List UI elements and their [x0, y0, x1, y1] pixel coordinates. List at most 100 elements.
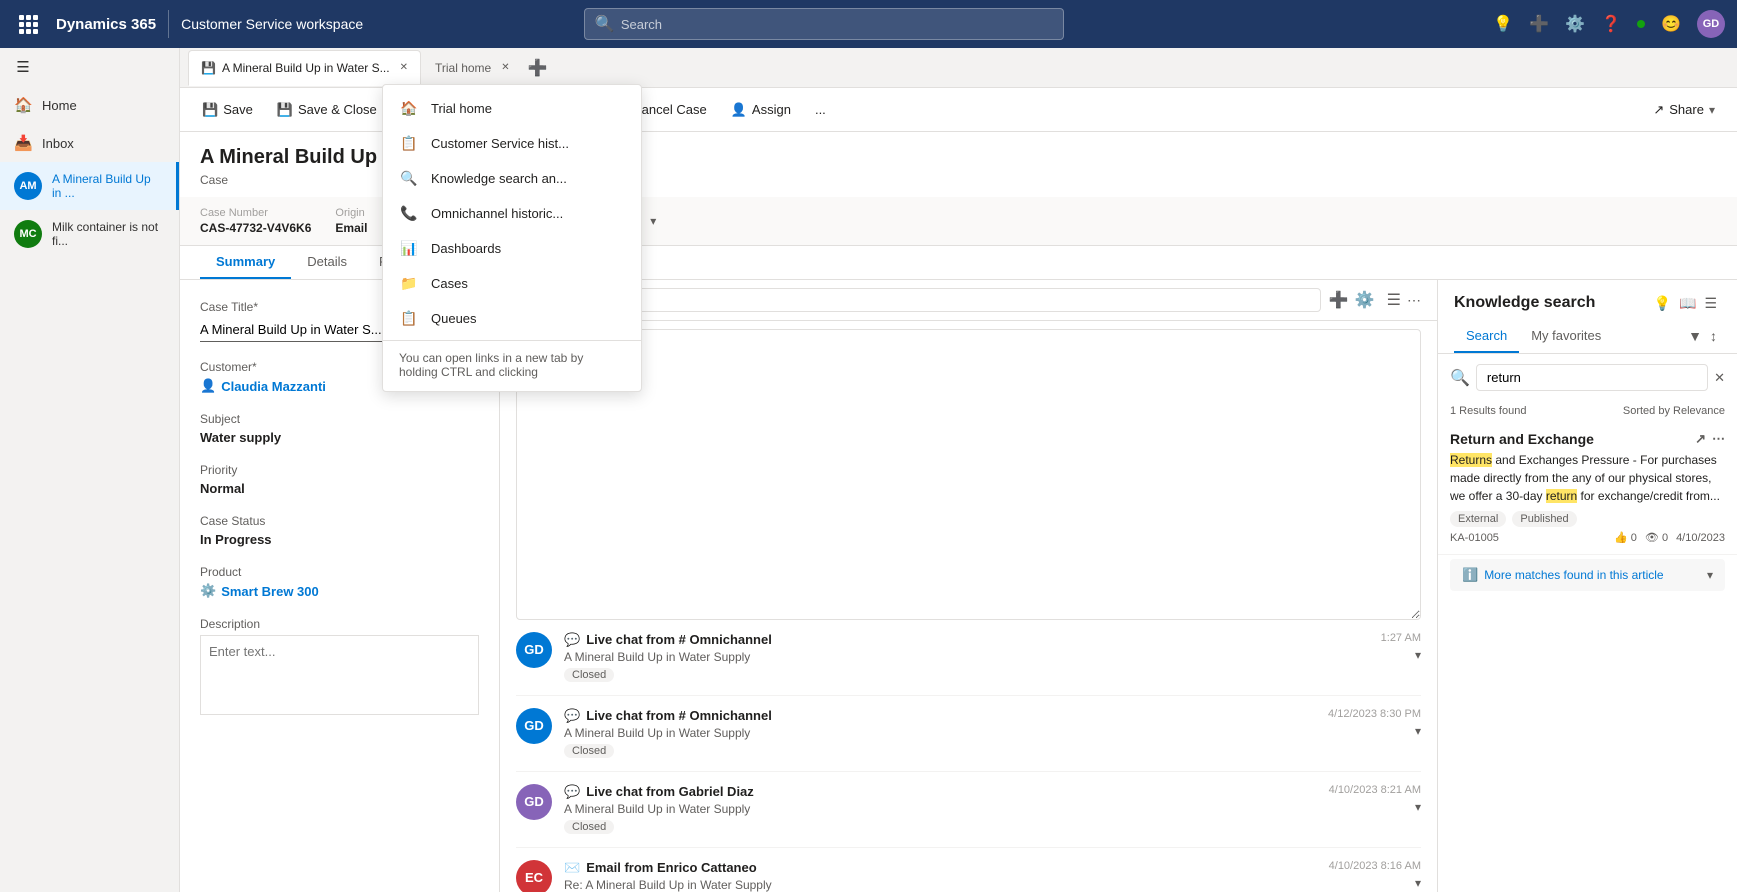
tab-bar: 💾 A Mineral Build Up in Water S... ✕ Tri…	[180, 48, 1737, 88]
expand-icon[interactable]: ▾	[1415, 800, 1421, 814]
tab-mineral[interactable]: 💾 A Mineral Build Up in Water S... ✕	[188, 50, 421, 86]
kp-tab-search[interactable]: Search	[1454, 320, 1519, 353]
dropdown-menu: 🏠 Trial home 📋 Customer Service hist... …	[382, 84, 642, 392]
expand-icon[interactable]: ▾	[1415, 724, 1421, 738]
sidebar-item-mc[interactable]: MC Milk container is not fi...	[0, 210, 179, 258]
timeline-add-icon[interactable]: ➕	[1329, 290, 1349, 310]
timeline-item: GD 💬 Live chat from Gabriel Diaz A Miner…	[516, 772, 1421, 848]
save-close-button[interactable]: 💾 Save & Close	[267, 97, 387, 123]
kp-result-meta: 1 Results found Sorted by Relevance	[1438, 401, 1737, 421]
meta-origin: Origin Email	[335, 207, 367, 235]
ksa-icon: 🔍	[399, 170, 419, 187]
kp-ka-row: KA-01005 👍 0 👁 0 4/10/2023	[1450, 531, 1725, 544]
dropdown-item-csh[interactable]: 📋 Customer Service hist...	[383, 126, 641, 161]
user-avatar[interactable]: GD	[1697, 10, 1725, 38]
avatar: GD	[516, 784, 552, 820]
save-icon: 💾	[201, 61, 216, 75]
search-icon: 🔍	[1450, 368, 1470, 388]
case-tab-summary[interactable]: Summary	[200, 246, 291, 279]
sidebar-item-inbox[interactable]: 📥 Inbox	[0, 124, 179, 162]
sidebar-item-home[interactable]: 🏠 Home	[0, 86, 179, 124]
tab-close-mineral[interactable]: ✕	[400, 62, 408, 73]
expand-icon[interactable]: ▾	[1415, 876, 1421, 890]
dropdown-item-trial[interactable]: 🏠 Trial home	[383, 91, 641, 126]
result-more-icon[interactable]: ⋯	[1712, 431, 1725, 447]
sidebar-item-collapse[interactable]: ☰	[0, 48, 179, 86]
lightbulb-icon[interactable]: 💡	[1493, 14, 1513, 34]
timeline-filter-icon[interactable]: ⚙️	[1355, 290, 1375, 310]
kp-search-row: 🔍 ✕	[1438, 354, 1737, 401]
list-icon[interactable]: ☰	[1704, 295, 1717, 312]
meta-expand-icon[interactable]: ▾	[650, 214, 656, 228]
timeline-more-icon[interactable]: ⋯	[1407, 292, 1421, 309]
timeline-note-input[interactable]	[516, 329, 1421, 620]
assign-button[interactable]: 👤 Assign	[721, 97, 801, 123]
save-button[interactable]: 💾 Save	[192, 97, 263, 123]
field-priority: Priority Normal	[200, 463, 479, 496]
avatar: GD	[516, 632, 552, 668]
expand-matches-icon[interactable]: ▾	[1707, 568, 1713, 582]
case-tab-details[interactable]: Details	[291, 246, 363, 279]
dropdown-item-ksa[interactable]: 🔍 Knowledge search an...	[383, 161, 641, 196]
dashboards-icon: 📊	[399, 240, 419, 257]
add-icon[interactable]: ➕	[1529, 14, 1549, 34]
waffle-button[interactable]	[12, 8, 44, 40]
help-icon[interactable]: ❓	[1601, 14, 1621, 34]
more-button[interactable]: ...	[805, 97, 836, 122]
global-search-box[interactable]: 🔍	[584, 8, 1064, 40]
dropdown-item-cases[interactable]: 📁 Cases	[383, 266, 641, 301]
book-icon[interactable]: 📖	[1679, 295, 1696, 312]
tab-close-trial[interactable]: ✕	[501, 62, 509, 73]
omni-icon: 📞	[399, 205, 419, 222]
avatar: EC	[516, 860, 552, 892]
more-matches-button[interactable]: ℹ️ More matches found in this article ▾	[1450, 559, 1725, 591]
main-layout: ☰ 🏠 Home 📥 Inbox AM A Mineral Build Up i…	[0, 48, 1737, 892]
knowledge-panel: Knowledge search 💡 📖 ☰ Search My favorit…	[1437, 280, 1737, 892]
share-button[interactable]: ↗ Share ▾	[1643, 97, 1725, 123]
meta-case-number: Case Number CAS-47732-V4V6K6	[200, 207, 311, 235]
field-description: Description	[200, 617, 479, 720]
kp-tab-favorites[interactable]: My favorites	[1519, 320, 1613, 353]
timeline-item: GD 💬 Live chat from # Omnichannel A Mine…	[516, 620, 1421, 696]
tab-trial[interactable]: Trial home ✕	[423, 50, 522, 86]
chat-icon: 💬	[564, 708, 580, 724]
cases-icon: 📁	[399, 275, 419, 292]
expand-icon[interactable]: ▾	[1415, 648, 1421, 662]
customer-link-icon: 👤	[200, 378, 216, 394]
collapse-icon: ☰	[14, 58, 32, 76]
sidebar: ☰ 🏠 Home 📥 Inbox AM A Mineral Build Up i…	[0, 48, 180, 892]
link-out-icon[interactable]: ↗	[1695, 431, 1706, 447]
dropdown-item-queues[interactable]: 📋 Queues	[383, 301, 641, 336]
timeline-view-icon[interactable]: ☰	[1387, 290, 1401, 310]
tab-add-button[interactable]: ➕	[524, 54, 552, 82]
dropdown-item-omni[interactable]: 📞 Omnichannel historic...	[383, 196, 641, 231]
kp-excerpt: Returns and Exchanges Pressure - For pur…	[1450, 451, 1725, 505]
status-badge: Closed	[564, 820, 614, 834]
clear-search-icon[interactable]: ✕	[1714, 370, 1725, 386]
dropdown-item-dashboards[interactable]: 📊 Dashboards	[383, 231, 641, 266]
dropdown-hint: You can open links in a new tab by holdi…	[383, 340, 641, 385]
product-icon: ⚙️	[200, 583, 216, 599]
avatar: GD	[516, 708, 552, 744]
bulb-icon[interactable]: 💡	[1654, 295, 1671, 312]
product-link[interactable]: ⚙️ Smart Brew 300	[200, 583, 479, 599]
inbox-icon: 📥	[14, 134, 32, 152]
chat-icon: 💬	[564, 784, 580, 800]
waffle-icon	[19, 15, 38, 34]
email-icon: ✉️	[564, 860, 580, 876]
description-textarea[interactable]	[200, 635, 479, 715]
settings-icon[interactable]: ⚙️	[1565, 14, 1585, 34]
nav-divider	[168, 10, 169, 38]
sort-icon[interactable]: ↕	[1706, 320, 1721, 353]
global-search-input[interactable]	[621, 17, 1053, 32]
status-icon	[1637, 15, 1645, 33]
knowledge-search-input[interactable]	[1476, 364, 1708, 391]
timeline-item: EC ✉️ Email from Enrico Cattaneo Re: A M…	[516, 848, 1421, 892]
user-icon[interactable]: 😊	[1661, 14, 1681, 34]
filter-icon[interactable]: ▼	[1684, 320, 1706, 353]
timeline-item: GD 💬 Live chat from # Omnichannel A Mine…	[516, 696, 1421, 772]
kp-result-card: Return and Exchange ↗ ⋯ Returns and Exch…	[1438, 421, 1737, 555]
status-badge: Closed	[564, 744, 614, 758]
field-subject: Subject Water supply	[200, 412, 479, 445]
sidebar-item-am[interactable]: AM A Mineral Build Up in ...	[0, 162, 179, 210]
